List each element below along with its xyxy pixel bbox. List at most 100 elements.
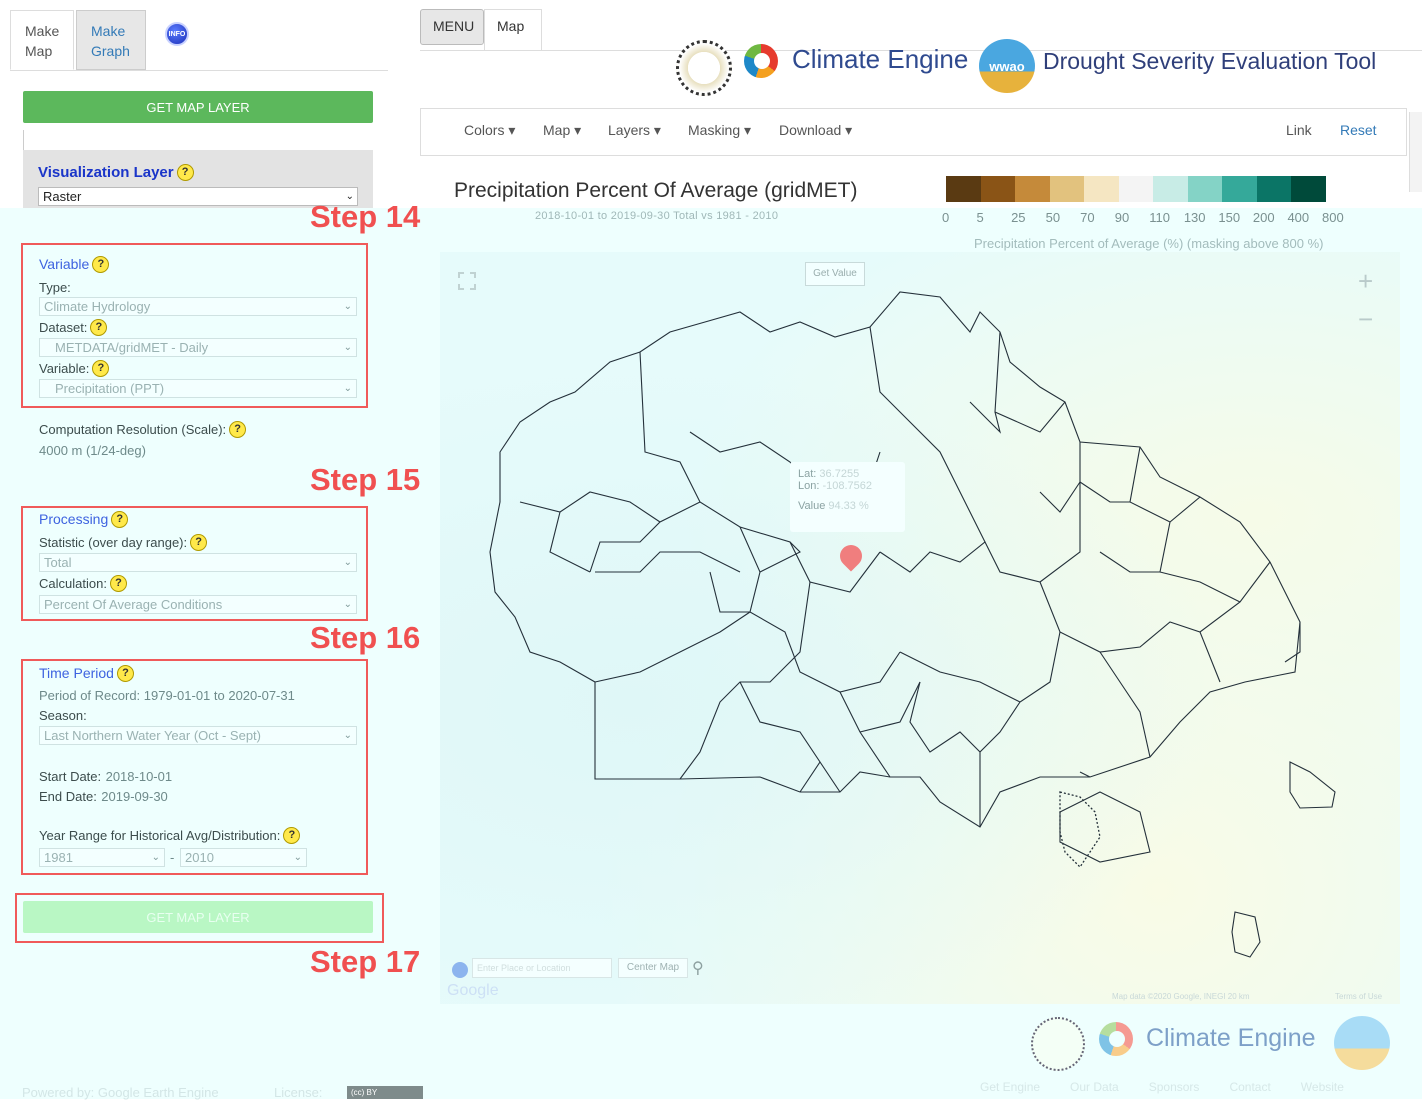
variable-heading: Variable? xyxy=(39,256,110,274)
zoom-in-button[interactable]: + xyxy=(1358,266,1373,297)
season-select[interactable]: Last Northern Water Year (Oct - Sept) ⌄ xyxy=(39,726,357,745)
footer-links: Get Engine Our Data Sponsors Contact Website xyxy=(980,1080,1344,1094)
help-icon[interactable]: ? xyxy=(176,164,194,182)
footer-link[interactable]: Our Data xyxy=(1070,1080,1119,1094)
legend-caption: Precipitation Percent of Average (%) (ma… xyxy=(974,236,1324,251)
nav-link[interactable]: Link xyxy=(1286,122,1312,138)
footer-link[interactable]: Sponsors xyxy=(1149,1080,1200,1094)
nav-map[interactable]: Map ▾ xyxy=(543,122,581,139)
end-date-value[interactable]: 2019-09-30 xyxy=(101,789,168,804)
legend-swatch xyxy=(1291,176,1327,202)
chevron-down-icon: ⌄ xyxy=(151,852,160,863)
legend-swatch xyxy=(1118,176,1154,202)
footer-link[interactable]: Contact xyxy=(1229,1080,1270,1094)
chevron-down-icon: ⌄ xyxy=(293,852,302,863)
legend-tick-label: 130 xyxy=(1183,210,1206,225)
start-date-row: Start Date: 2018-10-01 xyxy=(39,768,172,786)
statistic-select[interactable]: Total ⌄ xyxy=(39,553,357,572)
footer-link[interactable]: Website xyxy=(1301,1080,1344,1094)
wwao-logo-icon: wwao xyxy=(979,39,1035,93)
help-icon[interactable]: ? xyxy=(92,256,110,274)
nav-download[interactable]: Download ▾ xyxy=(779,122,852,139)
legend-swatch xyxy=(1187,176,1223,202)
zoom-out-button[interactable]: − xyxy=(1358,304,1373,335)
tab-divider xyxy=(10,70,388,71)
climate-engine-logo-icon xyxy=(744,44,778,78)
info-icon-label: INFO xyxy=(168,30,186,38)
visualization-select-value: Raster xyxy=(43,189,82,204)
nav-colors-label: Colors xyxy=(464,122,505,138)
tab-map[interactable]: Map xyxy=(484,9,542,51)
menu-label: MENU xyxy=(433,18,475,34)
season-label: Season: xyxy=(39,708,87,723)
start-date-value[interactable]: 2018-10-01 xyxy=(106,769,173,784)
dataset-select[interactable]: METDATA/gridMET - Daily ⌄ xyxy=(39,338,357,357)
year-range-label: Year Range for Historical Avg/Distributi… xyxy=(39,828,281,843)
year-end-select[interactable]: 2010 ⌄ xyxy=(180,848,307,867)
nav-reset[interactable]: Reset xyxy=(1340,122,1377,138)
calculation-label: Calculation: xyxy=(39,576,107,591)
legend-swatch xyxy=(1015,176,1050,202)
nav-colors[interactable]: Colors ▾ xyxy=(464,122,515,139)
year-end-value: 2010 xyxy=(185,850,214,865)
map-canvas[interactable]: Get Value + − Lat: 36.7255 Lon: -108.756… xyxy=(440,252,1400,1004)
lon-label: Lon: xyxy=(798,480,820,492)
chevron-down-icon: ⌄ xyxy=(343,557,352,568)
map-title: Precipitation Percent Of Average (gridME… xyxy=(454,179,858,202)
year-start-select[interactable]: 1981 ⌄ xyxy=(39,848,165,867)
help-icon[interactable]: ? xyxy=(111,511,129,529)
info-icon[interactable]: INFO xyxy=(165,22,189,46)
seal-logo-icon xyxy=(676,40,732,96)
legend-tick-label: 0 xyxy=(942,210,950,225)
help-icon[interactable]: ? xyxy=(190,534,208,552)
end-date-label: End Date: xyxy=(39,789,97,804)
get-map-layer-button[interactable]: GET MAP LAYER xyxy=(23,91,373,123)
get-value-button[interactable]: Get Value xyxy=(805,262,865,286)
tab-make-map[interactable]: Make Map xyxy=(10,10,74,70)
resolution-value: 4000 m (1/24-deg) xyxy=(39,443,146,458)
legend-tick-label: 90 xyxy=(1114,210,1130,225)
tab-make-graph[interactable]: Make Graph xyxy=(76,10,146,70)
get-map-layer-button-bottom[interactable]: GET MAP LAYER xyxy=(23,901,373,933)
scrollbar[interactable] xyxy=(1409,112,1422,192)
help-icon[interactable]: ? xyxy=(92,360,110,378)
tab-make-graph-label: Make Graph xyxy=(91,23,130,59)
footer-link[interactable]: Get Engine xyxy=(980,1080,1040,1094)
help-icon[interactable]: ? xyxy=(116,665,134,683)
help-icon[interactable]: ? xyxy=(283,827,301,845)
legend-colorbar xyxy=(946,176,1327,202)
dataset-label: Dataset: xyxy=(39,320,88,335)
lat-value: 36.7255 xyxy=(819,468,860,480)
nav-masking[interactable]: Masking ▾ xyxy=(688,122,751,139)
type-select[interactable]: Climate Hydrology ⌄ xyxy=(39,297,357,316)
center-map-button[interactable]: Center Map xyxy=(618,958,688,978)
get-map-layer-bottom-label: GET MAP LAYER xyxy=(146,909,250,925)
help-icon[interactable]: ? xyxy=(109,575,127,593)
legend-tick-label: 800 xyxy=(1322,210,1344,225)
legend-swatch xyxy=(1222,176,1257,202)
help-icon[interactable]: ? xyxy=(90,319,108,337)
value-value: 94.33 % xyxy=(828,500,869,512)
chevron-down-icon: ⌄ xyxy=(343,342,352,353)
nav-layers[interactable]: Layers ▾ xyxy=(608,122,661,139)
info-circle-icon[interactable] xyxy=(452,962,468,978)
legend-tick-label: 25 xyxy=(1011,210,1026,225)
fullscreen-icon[interactable] xyxy=(458,272,476,290)
variable-select[interactable]: Precipitation (PPT) ⌄ xyxy=(39,379,357,398)
calculation-select[interactable]: Percent Of Average Conditions ⌄ xyxy=(39,595,357,614)
menu-button[interactable]: MENU xyxy=(420,9,484,45)
help-icon[interactable]: ? xyxy=(229,421,247,439)
variable-select-value: Precipitation (PPT) xyxy=(55,381,165,396)
chevron-down-icon: ⌄ xyxy=(343,730,352,741)
visualization-label: Visualization Layer xyxy=(38,164,174,181)
step-16-label: Step 16 xyxy=(310,620,421,655)
cc-license-badge[interactable]: (cc) BY xyxy=(347,1086,423,1099)
place-search-input[interactable]: Enter Place or Location xyxy=(472,958,612,978)
terms-link[interactable]: Terms of Use xyxy=(1335,992,1382,1001)
lon-value: -108.7562 xyxy=(822,480,873,492)
type-select-value: Climate Hydrology xyxy=(44,299,151,314)
location-pin-icon[interactable]: ⚲ xyxy=(692,958,704,978)
panel-border xyxy=(23,130,24,150)
visualization-heading: Visualization Layer? xyxy=(38,164,194,182)
legend-swatch xyxy=(1049,176,1085,202)
